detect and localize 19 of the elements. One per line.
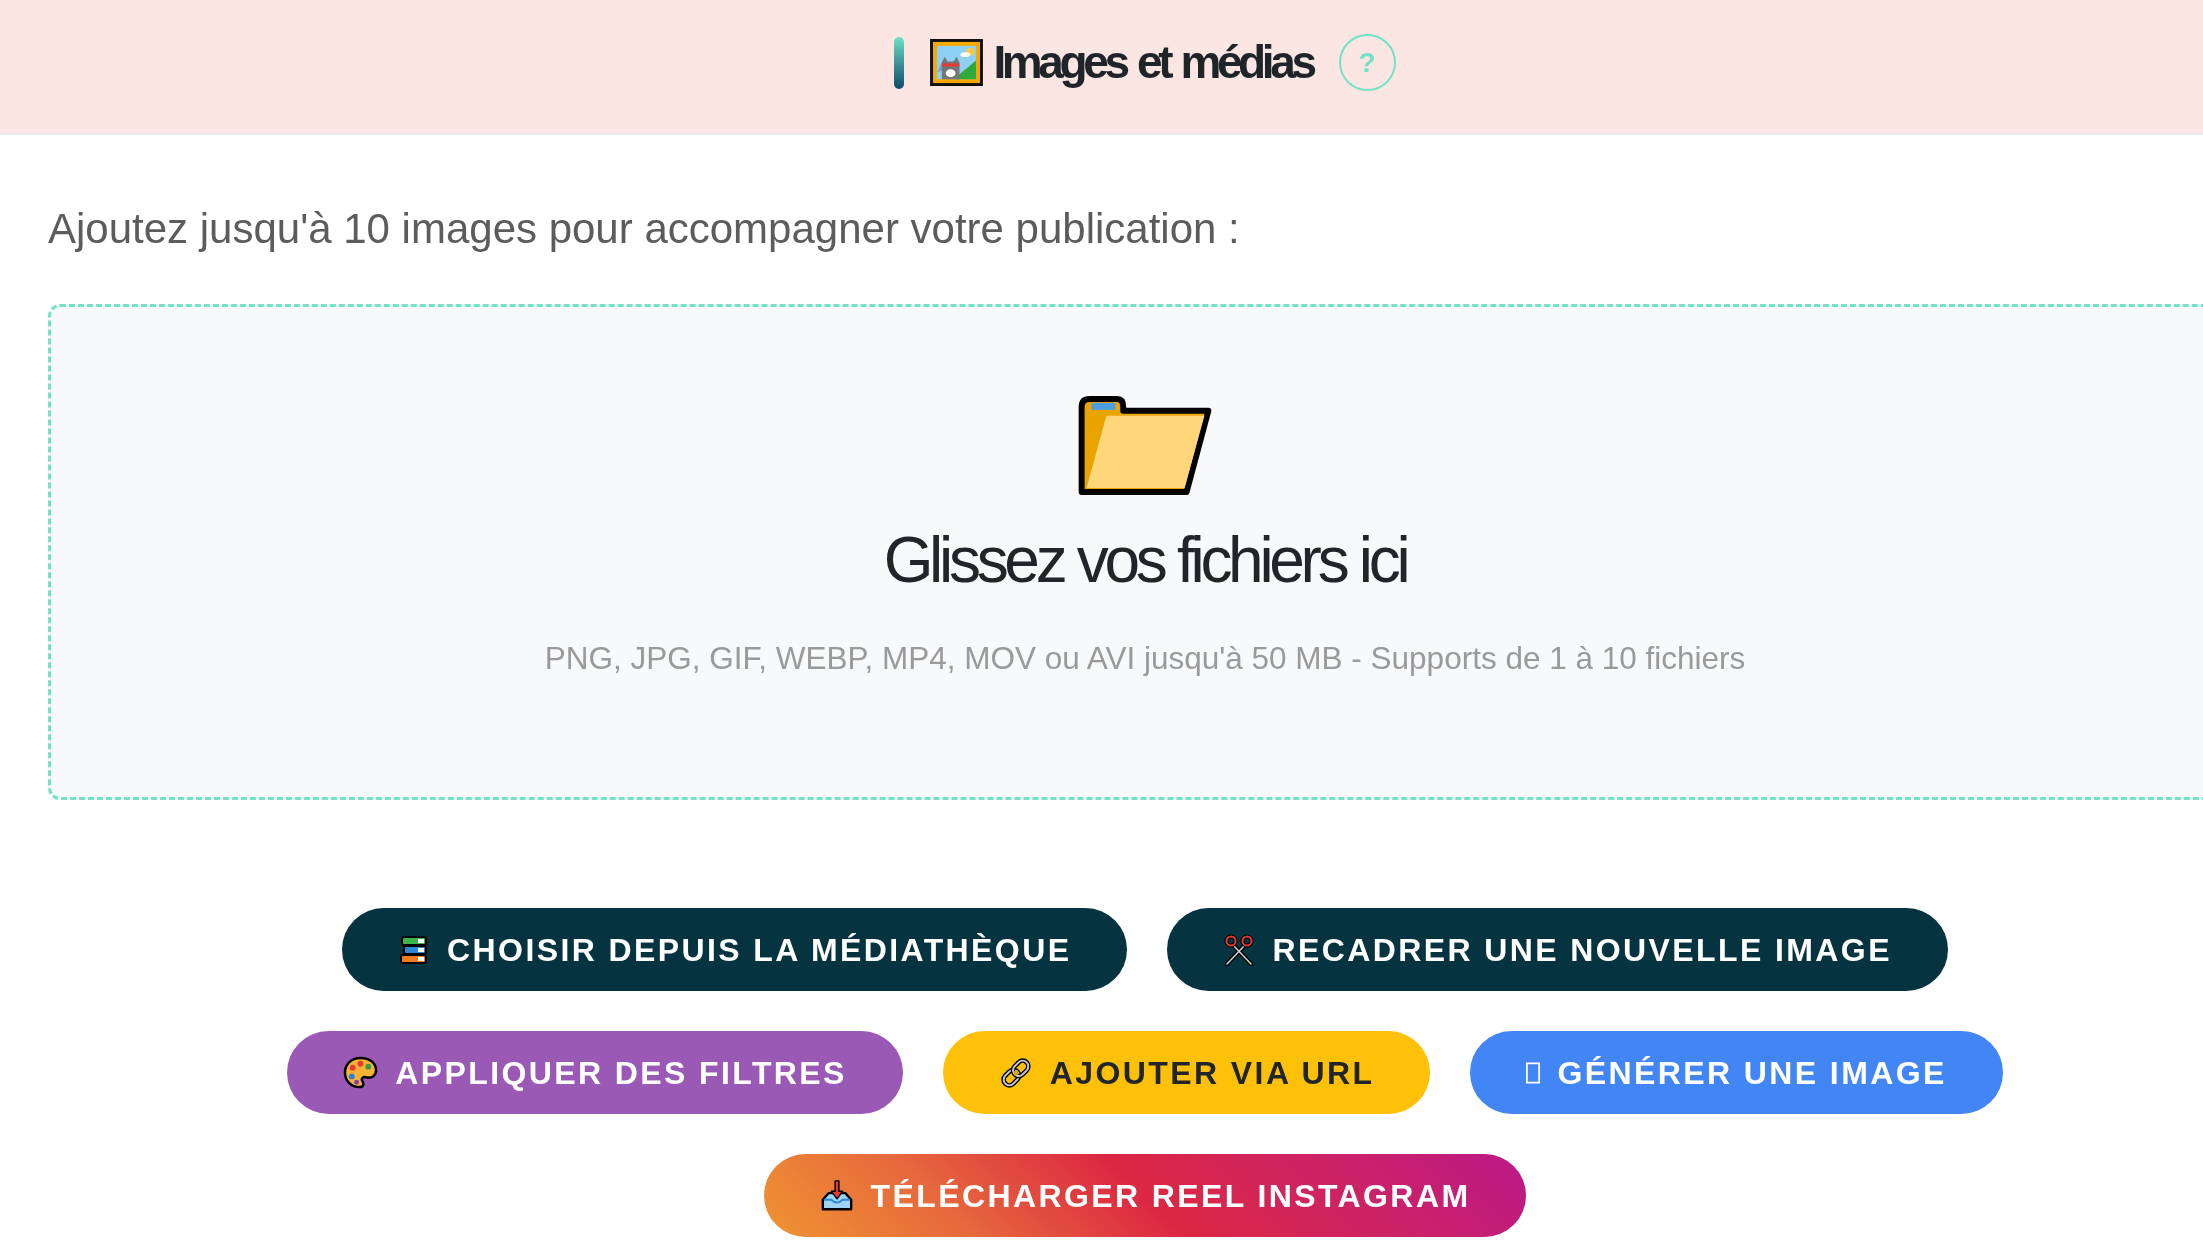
framed-picture-icon	[930, 39, 984, 86]
palette-icon	[343, 1055, 379, 1091]
generate-button[interactable]: GÉNÉRER UNE IMAGE	[1470, 1031, 2003, 1115]
accent-bar-icon	[894, 36, 905, 89]
crop-button[interactable]: RECADRER UNE NOUVELLE IMAGE	[1167, 908, 1948, 992]
file-types-hint: PNG, JPG, GIF, WEBP, MP4, MOV ou AVI jusqu'à 50 MB - Supports de 1 à 10 fichiers	[544, 639, 1746, 678]
rectangle-icon	[1526, 1061, 1541, 1084]
drop-zone-title: Glissez vos fichiers ici	[883, 524, 1407, 598]
drop-zone[interactable]: Glissez vos fichiers ici PNG, JPG, GIF, WEBP, MP4, MOV ou AVI jusqu'à 50 MB - Supports de 1 à 10 fichiers	[48, 304, 2203, 801]
inbox-tray-icon	[819, 1178, 854, 1213]
library-button[interactable]: CHOISIR DEPUIS LA MÉDIATHÈQUE	[342, 908, 1128, 992]
instructions-text: Ajoutez jusqu'à 10 images pour accompagner votre publication :	[48, 205, 1241, 254]
url-button[interactable]: AJOUTER VIA URL	[942, 1031, 1431, 1115]
chain-link-icon	[998, 1055, 1033, 1090]
instagram-button[interactable]: TÉLÉCHARGER REEL INSTAGRAM	[763, 1154, 1527, 1238]
section-title: Images et médias	[993, 34, 1315, 90]
folder-icon	[1077, 395, 1213, 497]
scissors-icon	[1223, 933, 1256, 966]
filters-button[interactable]: APPLIQUER DES FILTRES	[287, 1031, 903, 1115]
